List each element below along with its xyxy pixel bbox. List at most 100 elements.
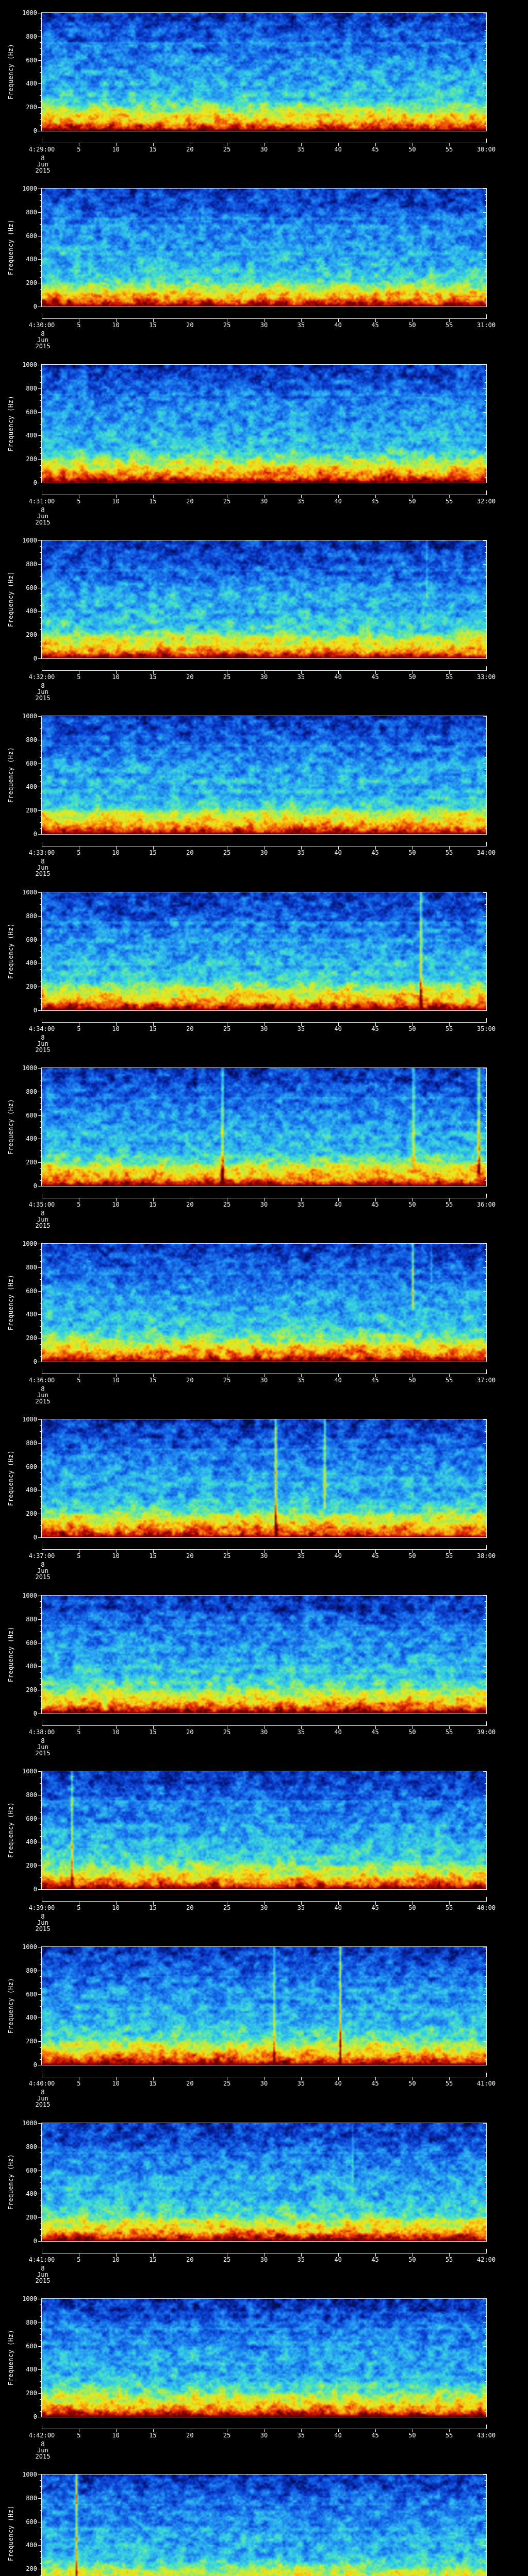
y-axis-minor-tick xyxy=(40,101,42,102)
y-tick-label: 1000 xyxy=(22,1768,37,1775)
spectrogram-canvas xyxy=(41,1419,487,1538)
time-tick-label: 55 xyxy=(445,1728,453,1736)
time-tick-label: 50 xyxy=(408,1904,416,1911)
time-tick-label: 55 xyxy=(445,1904,453,1911)
time-tick-label: 40 xyxy=(334,1728,342,1736)
y-axis-minor-tick xyxy=(40,1812,42,1814)
y-axis-minor-tick xyxy=(485,113,487,114)
y-tick-label: 800 xyxy=(26,384,37,392)
time-tick-label: 55 xyxy=(445,146,453,153)
time-tick-label: 35 xyxy=(297,498,305,505)
y-tick-label: 0 xyxy=(33,303,37,310)
y-tick-label: 400 xyxy=(26,2190,37,2198)
y-axis-tick xyxy=(483,658,487,659)
spectrogram-panel: Frequency (Hz) 0 200 400 600 800 1000 5 10 15 20 25… xyxy=(0,352,528,528)
time-tick-label: 20 xyxy=(186,1904,194,1911)
time-tick-label: 25 xyxy=(223,146,231,153)
spectrogram-stack: Frequency (Hz) 0 200 400 600 800 1000 5 10 15 20 25… xyxy=(0,0,528,2576)
y-axis-minor-tick xyxy=(485,1332,487,1333)
y-axis-minor-tick xyxy=(485,775,487,776)
x-axis-end-tick xyxy=(486,1194,487,1198)
y-tick-label: 600 xyxy=(26,1815,37,1822)
spectrogram-canvas xyxy=(41,540,487,659)
y-axis-minor-tick xyxy=(40,382,42,383)
y-tick-label: 200 xyxy=(26,455,37,463)
time-tick-label: 40 xyxy=(334,2256,342,2263)
y-axis-minor-tick xyxy=(40,769,42,770)
y-axis-minor-tick xyxy=(485,1496,487,1497)
spectrogram-canvas xyxy=(41,2474,487,2576)
y-axis-minor-tick xyxy=(485,781,487,782)
y-axis-minor-tick xyxy=(485,1127,487,1128)
y-axis-minor-tick xyxy=(485,54,487,55)
time-tick-label: 30 xyxy=(260,1025,268,1032)
y-axis-tick xyxy=(483,1537,487,1538)
time-tick-label: 40 xyxy=(334,1025,342,1032)
y-axis-minor-tick xyxy=(485,394,487,395)
y-axis-tick xyxy=(483,459,487,460)
time-tick-label: 20 xyxy=(186,2080,194,2087)
y-axis-minor-tick xyxy=(485,757,487,758)
freq-axis-title: Frequency (Hz) xyxy=(7,1098,14,1155)
time-tick-label: 45 xyxy=(371,2432,379,2439)
y-axis-minor-tick xyxy=(40,54,42,55)
y-axis-minor-tick xyxy=(485,969,487,970)
y-axis-tick xyxy=(483,1115,487,1116)
date-label: 2015 xyxy=(35,2101,51,2108)
y-axis-minor-tick xyxy=(40,2029,42,2030)
time-tick-label: 50 xyxy=(408,1025,416,1032)
y-axis-minor-tick xyxy=(40,1180,42,1181)
y-axis-tick xyxy=(38,2498,42,2499)
y-axis-minor-tick xyxy=(485,370,487,371)
y-axis-minor-tick xyxy=(485,2486,487,2487)
y-axis-tick xyxy=(483,60,487,61)
time-tick-label: 35 xyxy=(297,673,305,681)
date-label: 2015 xyxy=(35,1573,51,1581)
y-axis-tick xyxy=(38,1267,42,1268)
y-tick-label: 200 xyxy=(26,807,37,815)
time-tick-label: 25 xyxy=(223,1728,231,1736)
time-tick-label: 5 xyxy=(77,1377,81,1384)
y-axis-minor-tick xyxy=(40,125,42,126)
y-axis-minor-tick xyxy=(485,224,487,225)
time-tick-label: 30 xyxy=(260,1728,268,1736)
time-tick-label: 30 xyxy=(260,2080,268,2087)
y-tick-label: 600 xyxy=(26,759,37,767)
y-tick-label: 1000 xyxy=(22,361,37,368)
y-axis-minor-tick xyxy=(485,382,487,383)
time-tick-label: 40 xyxy=(334,1201,342,1208)
y-axis-tick xyxy=(38,435,42,436)
spectrogram-canvas xyxy=(41,188,487,307)
time-tick-label: 50 xyxy=(408,2432,416,2439)
date-label: 2015 xyxy=(35,519,51,526)
time-tick-label: 45 xyxy=(371,849,379,856)
end-time-label: 41:00 xyxy=(476,2080,496,2087)
start-time-label: 4:42:00 xyxy=(28,2432,55,2439)
y-tick-label: 600 xyxy=(26,2166,37,2174)
y-axis-minor-tick xyxy=(485,1877,487,1878)
x-axis-end-tick xyxy=(486,1897,487,1901)
time-tick-label: 15 xyxy=(149,673,157,681)
y-tick-label: 200 xyxy=(26,1510,37,1518)
y-axis-minor-tick xyxy=(40,2334,42,2335)
y-axis-tick xyxy=(483,1186,487,1187)
y-axis-minor-tick xyxy=(40,546,42,547)
time-tick-label: 40 xyxy=(334,2432,342,2439)
y-axis-tick xyxy=(483,435,487,436)
y-axis-tick xyxy=(38,2346,42,2347)
y-axis-minor-tick xyxy=(40,1696,42,1697)
date-label: 2015 xyxy=(35,2277,51,2284)
y-axis-minor-tick xyxy=(40,1273,42,1274)
y-axis-minor-tick xyxy=(485,1109,487,1110)
y-axis-minor-tick xyxy=(40,1344,42,1345)
freq-axis-title: Frequency (Hz) xyxy=(7,2154,14,2210)
time-tick-label: 30 xyxy=(260,321,268,329)
y-axis-minor-tick xyxy=(40,2229,42,2230)
end-time-label: 42:00 xyxy=(476,2256,496,2263)
y-axis-tick xyxy=(38,107,42,108)
time-tick-label: 35 xyxy=(297,849,305,856)
y-tick-label: 600 xyxy=(26,584,37,591)
y-axis-minor-tick xyxy=(485,1097,487,1098)
date-label: 2015 xyxy=(35,870,51,877)
y-tick-label: 200 xyxy=(26,1159,37,1166)
